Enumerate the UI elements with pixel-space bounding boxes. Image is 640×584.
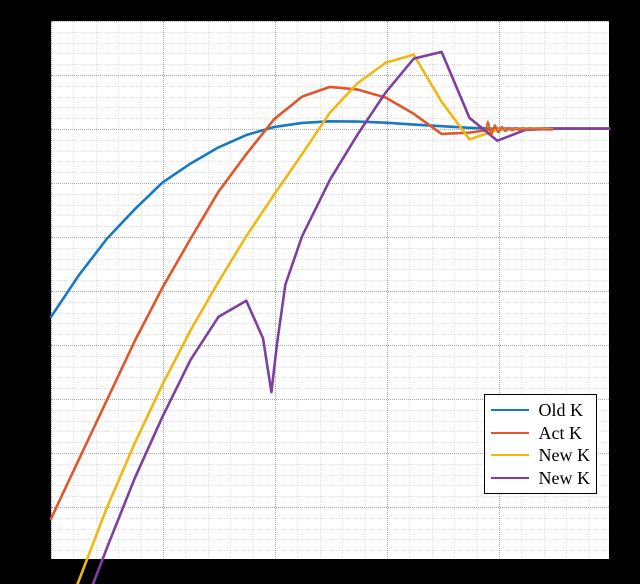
legend-swatch <box>491 432 529 434</box>
series-line <box>51 52 609 584</box>
series-line <box>51 121 609 317</box>
series-line <box>51 55 609 584</box>
legend-label: Old K <box>539 399 584 422</box>
legend-swatch <box>491 477 529 479</box>
chart-legend: Old KAct KNew KNew K <box>484 394 598 494</box>
legend-swatch <box>491 454 529 456</box>
legend-item: Old K <box>491 399 591 422</box>
legend-label: New K <box>539 444 591 467</box>
legend-label: Act K <box>539 422 583 445</box>
legend-swatch <box>491 409 529 411</box>
legend-item: Act K <box>491 422 591 445</box>
legend-label: New K <box>539 467 591 490</box>
legend-item: New K <box>491 444 591 467</box>
chart-plot-area: Old KAct KNew KNew K <box>50 20 610 560</box>
legend-item: New K <box>491 467 591 490</box>
